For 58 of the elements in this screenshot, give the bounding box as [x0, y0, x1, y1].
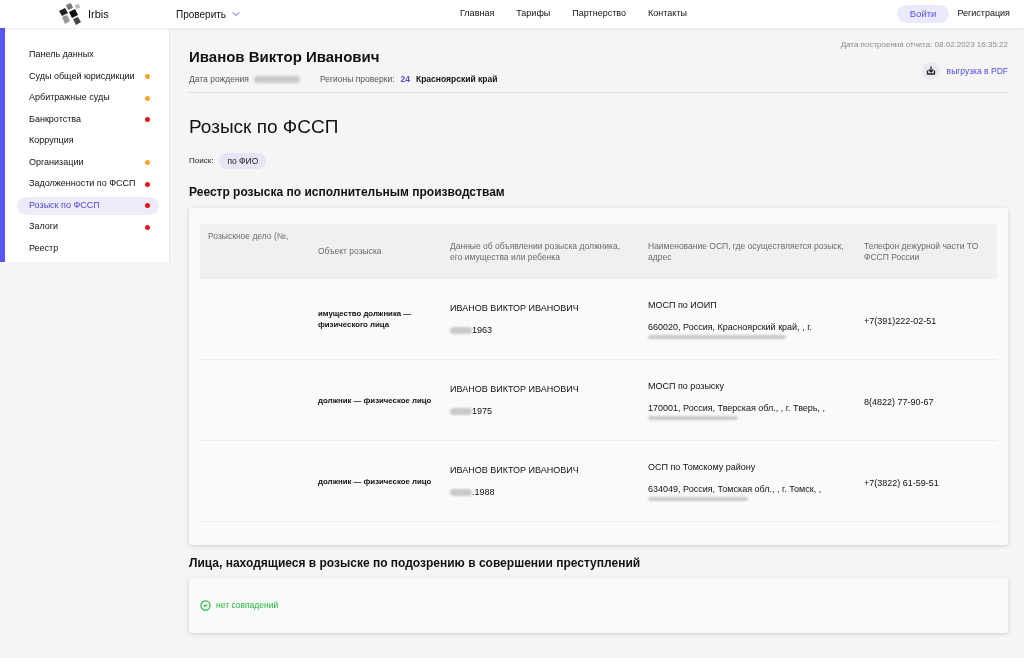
column-header: Данные об объявлении розыска должника, его имущества или ребенка [450, 240, 621, 263]
table-cell: +7(391)222-02-51 [864, 316, 937, 326]
column-header: Розыскное дело (№, [208, 231, 290, 242]
nav-link[interactable]: Главная [460, 7, 495, 21]
table-cell: 170001, Россия, Тверская обл., , г. Тверь, , [648, 402, 826, 414]
nav-link[interactable]: Тарифы [516, 7, 551, 21]
person-name: Иванов Виктор Иванович [189, 48, 381, 66]
download-icon [921, 62, 940, 80]
nav-link[interactable]: Партнерство [572, 7, 626, 21]
blurred-text-block [450, 326, 472, 334]
search-filter-chip[interactable]: по ФИО [219, 153, 267, 169]
sidebar-item[interactable]: Коррупция [17, 132, 159, 150]
sidebar-item[interactable]: Арбитражные суды [17, 89, 159, 107]
blurred-text-block [450, 407, 472, 415]
sidebar-item[interactable]: Организации [17, 153, 159, 172]
blurred-text-block [450, 488, 472, 496]
report-date: Дата построения отчета: 08.02.2023 16:35:22 [840, 40, 1008, 50]
table-cell: 8(4822) 77-90-67 [864, 397, 934, 407]
sidebar-item[interactable]: Задолженности по ФССП [17, 175, 159, 193]
table-cell: +7(3822) 61-59-51 [864, 478, 939, 488]
export-pdf-button[interactable]: выгрузка в PDF [921, 62, 1008, 80]
table-cell: ИВАНОВ ВИКТОР ИВАНОВИЧ [450, 383, 579, 395]
section-title: Лица, находящиеся в розыске по подозрению в совершении преступлений [189, 555, 642, 571]
blurred-value-block [253, 75, 300, 83]
column-header: Телефон дежурной части ТО ФССП России [864, 240, 980, 263]
sidebar-item[interactable]: Банкротства [17, 110, 159, 129]
table-cell: 634049, Россия, Томская обл., , г. Томск, , [648, 483, 822, 495]
regions-label: Регионы проверки: [319, 72, 395, 86]
region-code: 24 [400, 72, 410, 86]
birth-date-label: Дата рождения [189, 72, 249, 86]
table-cell: МОСП по ИОИП [648, 299, 717, 311]
table-cell: ИВАНОВ ВИКТОР ИВАНОВИЧ [450, 302, 579, 314]
sidebar-item[interactable]: Суды общей юрисдикции [17, 67, 159, 86]
search-label: Поиск: [189, 155, 214, 167]
login-button[interactable]: Войти [896, 5, 950, 23]
table-cell: 1975 [472, 405, 493, 417]
check-menu-button[interactable]: Проверить [176, 6, 242, 22]
nav-link[interactable]: Контакты [648, 7, 687, 21]
sidebar-item[interactable]: Розыск по ФССП [17, 196, 159, 215]
table-cell: 1963 [472, 324, 493, 336]
register-link[interactable]: Регистрация [957, 7, 1010, 21]
column-header: Объект розыска [318, 246, 383, 257]
table-cell: ИВАНОВ ВИКТОР ИВАНОВИЧ [450, 464, 579, 476]
logo-icon [57, 3, 81, 25]
column-header: Наименование ОСП, где осуществляется розыск, адрес [648, 240, 845, 263]
section-title: Реестр розыска по исполнительным производствам [189, 184, 506, 200]
table-cell: МОСП по розыску [648, 380, 724, 392]
no-matches-text: нет совпадений [216, 599, 279, 612]
page-title: Розыск по ФССП [189, 115, 340, 139]
sidebar-item[interactable]: Залоги [17, 218, 159, 236]
logo-text: Irbis [88, 6, 109, 22]
sidebar-item[interactable]: Реестр [17, 239, 159, 258]
table-cell: .1988 [472, 486, 495, 498]
sidebar-item[interactable]: Панель данных [17, 46, 159, 64]
table-cell: 660020, Россия, Красноярский край, , г. [648, 321, 812, 333]
table-cell: ОСП по Томскому району [648, 461, 756, 473]
check-circle-icon [200, 600, 211, 611]
region-name: Красноярский край [415, 72, 498, 86]
